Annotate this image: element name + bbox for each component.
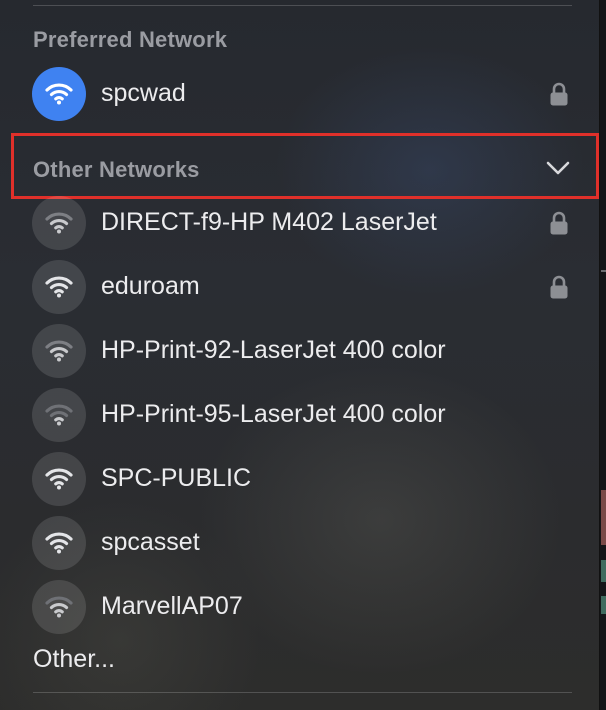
edge-mark bbox=[601, 490, 606, 545]
wifi-menu-panel: Preferred Network spcwad Other Networks bbox=[0, 0, 600, 710]
network-name: eduroam bbox=[101, 272, 200, 300]
lock-icon bbox=[550, 82, 568, 106]
network-row[interactable]: spcasset bbox=[32, 516, 572, 570]
top-divider bbox=[33, 5, 572, 6]
edge-mark bbox=[601, 596, 606, 614]
network-name: HP-Print-95-LaserJet 400 color bbox=[101, 400, 446, 428]
network-name: MarvellAP07 bbox=[101, 592, 243, 620]
network-row[interactable]: HP-Print-92-LaserJet 400 color bbox=[32, 324, 572, 378]
network-row[interactable]: MarvellAP07 bbox=[32, 580, 572, 634]
other-networks-link[interactable]: Other... bbox=[33, 645, 115, 674]
wifi-icon bbox=[32, 260, 86, 314]
network-name: spcwad bbox=[101, 79, 186, 107]
preferred-network-header: Preferred Network bbox=[33, 27, 228, 52]
network-name: SPC-PUBLIC bbox=[101, 464, 252, 492]
wifi-icon bbox=[32, 580, 86, 634]
network-name: spcasset bbox=[101, 528, 200, 556]
wifi-icon bbox=[32, 67, 86, 121]
wifi-icon bbox=[32, 452, 86, 506]
background-window-edge bbox=[600, 0, 606, 710]
lock-icon bbox=[550, 275, 568, 299]
network-row[interactable]: SPC-PUBLIC bbox=[32, 452, 572, 506]
edge-mark bbox=[601, 560, 606, 582]
network-row[interactable]: HP-Print-95-LaserJet 400 color bbox=[32, 388, 572, 442]
network-row[interactable]: DIRECT-f9-HP M402 LaserJet bbox=[32, 196, 572, 250]
chevron-down-icon[interactable] bbox=[545, 160, 571, 176]
edge-mark bbox=[601, 270, 606, 272]
wifi-icon bbox=[32, 196, 86, 250]
network-row[interactable]: eduroam bbox=[32, 260, 572, 314]
wifi-icon bbox=[32, 324, 86, 378]
network-name: DIRECT-f9-HP M402 LaserJet bbox=[101, 208, 437, 236]
lock-icon bbox=[550, 211, 568, 235]
bottom-divider bbox=[33, 692, 572, 693]
other-networks-header[interactable]: Other Networks bbox=[33, 157, 200, 183]
wifi-icon bbox=[32, 388, 86, 442]
network-name: HP-Print-92-LaserJet 400 color bbox=[101, 336, 446, 364]
wifi-icon bbox=[32, 516, 86, 570]
network-row-spcwad[interactable]: spcwad bbox=[32, 67, 572, 121]
